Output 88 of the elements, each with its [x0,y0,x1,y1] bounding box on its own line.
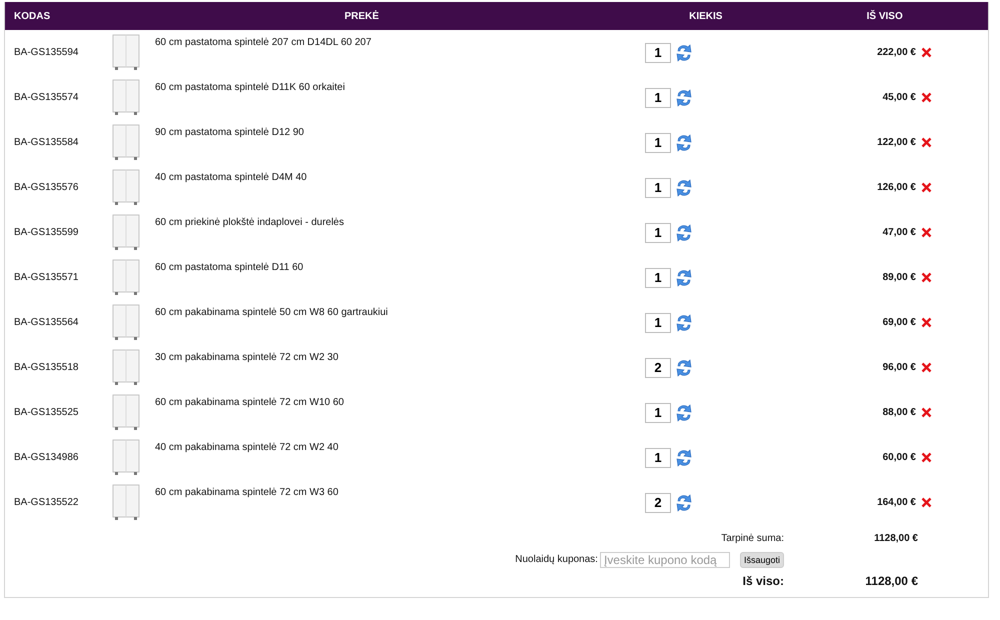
refresh-icon[interactable] [675,42,693,62]
cabinet-photo [111,259,141,295]
product-name[interactable]: 90 cm pastatoma spintelė D12 90 [155,127,304,138]
product-name[interactable]: 60 cm pastatoma spintelė 207 cm D14DL 60 207 [155,37,372,48]
cabinet-photo [111,34,141,70]
refresh-icon[interactable] [675,358,693,378]
remove-icon[interactable] [921,92,932,103]
cabinet-photo [111,394,141,430]
product-name[interactable]: 30 cm pakabinama spintelė 72 cm W2 30 [155,352,338,363]
product-code: BA-GS135584 [14,137,78,148]
product-code: BA-GS135571 [14,272,78,283]
line-total: 122,00 € [877,137,916,148]
line-total: 45,00 € [882,92,916,103]
remove-icon[interactable] [921,182,932,193]
remove-icon[interactable] [921,137,932,148]
product-name[interactable]: 60 cm pastatoma spintelė D11 60 [155,262,304,273]
quantity-field[interactable]: 1 [645,42,671,62]
cabinet-photo [111,124,141,160]
quantity-field[interactable]: 1 [645,448,671,468]
product-name[interactable]: 40 cm pastatoma spintelė D4M 40 [155,172,307,183]
quantity-field[interactable]: 2 [645,492,671,512]
remove-icon[interactable] [921,47,932,58]
remove-icon[interactable] [921,272,932,283]
refresh-icon[interactable] [675,132,693,152]
quantity-field[interactable]: 1 [645,222,671,242]
refresh-icon[interactable] [675,88,693,108]
remove-icon[interactable] [921,317,932,328]
product-code: BA-GS135564 [14,317,78,328]
remove-icon[interactable] [921,362,932,373]
product-name[interactable]: 60 cm pakabinama spintelė 50 cm W8 60 gartraukiui [155,307,388,318]
column-header: KIEKIS [688,10,724,22]
quantity-field[interactable]: 1 [645,132,671,152]
cabinet-photo [111,214,141,250]
product-code: BA-GS135522 [14,497,78,508]
remove-icon[interactable] [921,497,932,508]
line-total: 222,00 € [877,47,916,58]
product-name[interactable]: 60 cm pakabinama spintelė 72 cm W10 60 [155,397,344,408]
subtotal-value: 1128,00 € [873,533,918,544]
coupon-field[interactable]: Įveskite kupono kodą [600,552,730,568]
cabinet-photo [111,349,141,385]
product-code: BA-GS135594 [14,47,78,58]
column-header: IŠ VISO [866,10,904,22]
product-name[interactable]: 60 cm priekinė plokštė indaplovei - durelės [155,217,344,228]
column-header: PREKĖ [343,10,380,22]
cabinet-photo [111,439,141,475]
total-value: 1128,00 € [864,574,918,588]
cabinet-photo [111,169,141,205]
product-name[interactable]: 40 cm pakabinama spintelė 72 cm W2 40 [155,442,338,453]
refresh-icon[interactable] [675,268,693,288]
line-total: 69,00 € [882,317,916,328]
refresh-icon[interactable] [675,312,693,332]
remove-icon[interactable] [921,407,932,418]
line-total: 88,00 € [882,407,916,418]
column-header: KODAS [13,10,52,22]
product-name[interactable]: 60 cm pastatoma spintelė D11K 60 orkaitei [155,82,345,93]
product-code: BA-GS135574 [14,92,78,103]
total-label: Iš viso: [742,574,784,588]
subtotal-label: Tarpinė suma: [721,533,784,544]
quantity-field[interactable]: 1 [645,402,671,422]
cabinet-photo [111,79,141,115]
quantity-field[interactable]: 1 [645,268,671,288]
quantity-field[interactable]: 1 [645,178,671,198]
refresh-icon[interactable] [675,402,693,422]
refresh-icon[interactable] [675,222,693,242]
line-total: 96,00 € [882,362,916,373]
quantity-field[interactable]: 2 [645,358,671,378]
quantity-field[interactable]: 1 [645,312,671,332]
line-total: 89,00 € [882,272,916,283]
product-code: BA-GS135576 [14,182,78,193]
quantity-field[interactable]: 1 [645,88,671,108]
cabinet-photo [111,304,141,340]
cabinet-photo [111,484,141,520]
refresh-icon[interactable] [675,448,693,468]
remove-icon[interactable] [921,227,932,238]
product-code: BA-GS135518 [14,362,78,373]
product-code: BA-GS135525 [14,407,78,418]
save-button[interactable]: Išsaugoti [740,552,784,568]
refresh-icon[interactable] [675,492,693,512]
coupon-label: Nuolaidų kuponas: [515,554,598,565]
line-total: 126,00 € [877,182,916,193]
product-name[interactable]: 60 cm pakabinama spintelė 72 cm W3 60 [155,487,338,498]
product-code: BA-GS134986 [14,452,78,463]
refresh-icon[interactable] [675,178,693,198]
line-total: 47,00 € [882,227,916,238]
remove-icon[interactable] [921,452,932,463]
line-total: 164,00 € [877,497,916,508]
line-total: 60,00 € [882,452,916,463]
product-code: BA-GS135599 [14,227,78,238]
